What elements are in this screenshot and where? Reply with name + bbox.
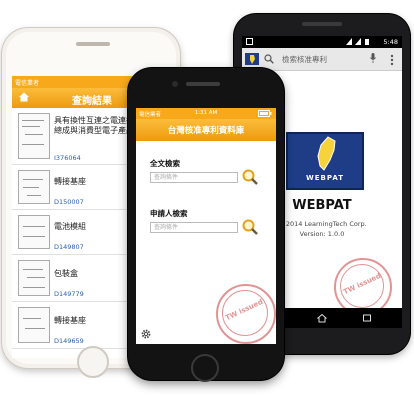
battery-icon [258,110,272,117]
search-icon[interactable] [242,169,258,185]
microphone-icon[interactable] [370,53,376,63]
center-status-bar: 電信業者 1:31 AM [136,108,276,119]
gear-icon[interactable] [140,328,152,340]
search-icon[interactable] [242,219,258,235]
result-id[interactable]: D149807 [54,243,84,251]
recent-apps-icon[interactable] [362,313,372,323]
right-status-time: 5:48 [383,38,398,46]
patent-thumbnail [18,170,50,204]
center-phone-speaker [186,82,220,86]
left-phone-speaker [76,42,110,46]
center-status-time: 1:31 AM [194,110,218,116]
result-id[interactable]: D149659 [54,337,84,345]
patent-thumbnail [18,215,50,249]
right-status-bar: 5:48 [242,36,402,48]
applicant-search-input[interactable]: 查詢條件 [150,222,238,233]
center-phone-screen: 電信業者 1:31 AM 台灣核准專利資料庫 全文檢索 查詢條件 申請人檢索 查… [136,108,276,344]
taiwan-map-icon [317,136,336,171]
center-phone-frame: 電信業者 1:31 AM 台灣核准專利資料庫 全文檢索 查詢條件 申請人檢索 查… [128,68,284,382]
center-header-title: 台灣核准專利資料庫 [167,126,245,136]
patent-thumbnail [18,113,50,159]
fulltext-search-input[interactable]: 查詢條件 [150,172,238,183]
webpat-logo: WEBPAT [286,132,364,190]
signal-icon [346,38,369,45]
right-phone-speaker [302,22,342,26]
right-action-bar: 檢索核准專利 [242,48,402,71]
result-id[interactable]: D150007 [54,198,84,206]
left-home-button[interactable] [77,346,109,378]
logo-wordmark: WEBPAT [306,174,344,182]
applicant-search-label: 申請人檢索 [150,209,188,218]
patent-thumbnail [18,260,50,296]
center-home-button[interactable] [191,354,219,382]
patent-thumbnail [18,307,50,343]
fulltext-search-label: 全文檢索 [150,159,180,168]
home-icon[interactable] [317,313,327,323]
center-phone-camera [172,81,178,87]
search-icon [264,54,274,64]
app-logo-icon[interactable] [245,53,259,65]
result-id[interactable]: I376064 [54,154,81,162]
left-carrier-label: 電信業者 [15,80,40,87]
search-input[interactable]: 檢索核准專利 [282,54,327,65]
center-header-bar: 台灣核准專利資料庫 [136,119,276,141]
result-id[interactable]: D149779 [54,290,84,298]
notification-icon [246,38,253,45]
overflow-menu-icon[interactable] [390,54,394,66]
